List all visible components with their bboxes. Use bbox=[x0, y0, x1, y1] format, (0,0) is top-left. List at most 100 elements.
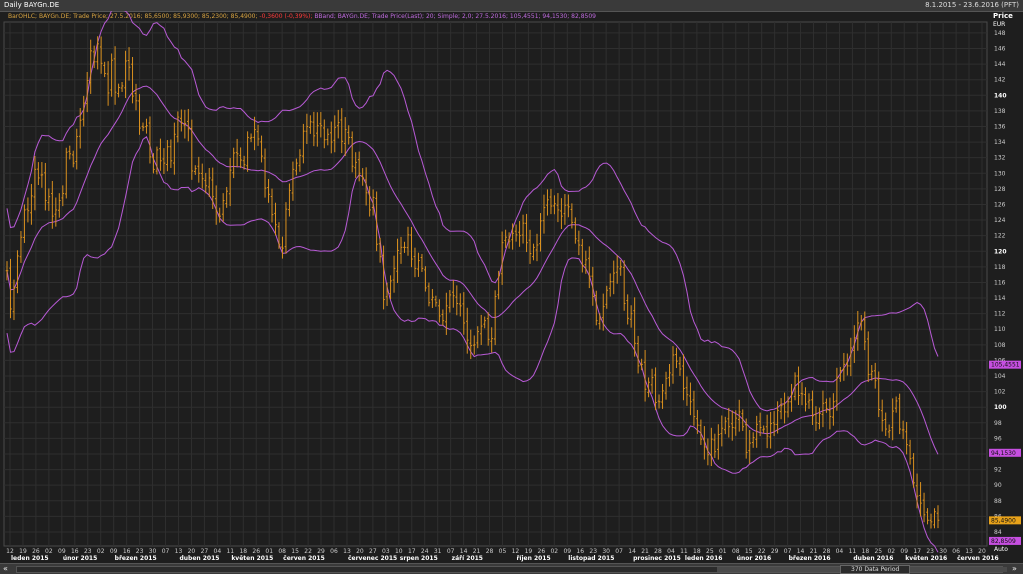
y-tick-label: 142 bbox=[994, 77, 1006, 84]
y-tick-label: 118 bbox=[994, 264, 1006, 271]
x-tick-label: 11 bbox=[849, 548, 857, 555]
x-tick-label: 13 bbox=[175, 548, 183, 555]
y-tick-label: 136 bbox=[994, 123, 1006, 130]
x-tick-label: 29 bbox=[317, 548, 325, 555]
x-tick-label: 18 bbox=[239, 548, 247, 555]
lower-band-tag: 82,8509 bbox=[991, 538, 1016, 545]
x-tick-label: 18 bbox=[862, 548, 870, 555]
y-tick-label: 88 bbox=[994, 498, 1002, 505]
x-tick-label: 14 bbox=[460, 548, 468, 555]
x-tick-label: 08 bbox=[732, 548, 740, 555]
x-month-label: červen 2016 bbox=[957, 555, 999, 562]
x-tick-label: 09 bbox=[563, 548, 571, 555]
x-tick-label: 14 bbox=[628, 548, 636, 555]
x-tick-label: 27 bbox=[369, 548, 377, 555]
x-tick-label: 31 bbox=[434, 548, 442, 555]
x-tick-label: 09 bbox=[58, 548, 66, 555]
last-price-tag: 85,4900 bbox=[991, 517, 1016, 524]
auto-scale-label: Auto bbox=[994, 546, 1008, 553]
x-tick-label: 15 bbox=[291, 548, 299, 555]
y-tick-label: 140 bbox=[994, 92, 1007, 99]
x-month-label: únor 2015 bbox=[63, 555, 97, 562]
y-tick-label: 104 bbox=[994, 373, 1006, 380]
x-month-label: červen 2015 bbox=[283, 555, 325, 562]
x-tick-label: 29 bbox=[771, 548, 779, 555]
x-tick-label: 03 bbox=[382, 548, 390, 555]
y-tick-label: 130 bbox=[994, 170, 1006, 177]
x-tick-label: 04 bbox=[667, 548, 675, 555]
y-tick-label: 108 bbox=[994, 342, 1006, 349]
x-tick-label: 07 bbox=[162, 548, 170, 555]
x-month-label: červenec 2015 bbox=[348, 555, 397, 562]
x-tick-label: 21 bbox=[810, 548, 818, 555]
x-tick-label: 20 bbox=[188, 548, 196, 555]
x-tick-label: 12 bbox=[512, 548, 520, 555]
x-tick-label: 30 bbox=[939, 548, 947, 555]
x-tick-label: 17 bbox=[913, 548, 921, 555]
y-tick-label: 120 bbox=[994, 248, 1007, 255]
y-tick-label: 128 bbox=[994, 186, 1006, 193]
date-range: 8.1.2015 - 23.6.2016 (PFT) bbox=[925, 1, 1019, 9]
x-tick-label: 20 bbox=[356, 548, 364, 555]
date-axis[interactable]: 12 19 26 02 09 16 23 02 09 16 23 30 07 13 20 27 04 11 18 26… bbox=[6, 548, 999, 562]
x-tick-label: 26 bbox=[32, 548, 40, 555]
x-tick-label: 05 bbox=[499, 548, 507, 555]
axis-title: Price bbox=[993, 12, 1013, 20]
x-tick-label: 18 bbox=[693, 548, 701, 555]
bottom-toolbar: « 370 Data Period » bbox=[0, 563, 1023, 574]
x-tick-label: 23 bbox=[136, 548, 144, 555]
x-tick-label: 15 bbox=[745, 548, 753, 555]
x-tick-label: 02 bbox=[550, 548, 558, 555]
y-tick-label: 124 bbox=[994, 217, 1006, 224]
x-tick-label: 25 bbox=[874, 548, 882, 555]
x-month-label: duben 2015 bbox=[179, 555, 219, 562]
x-tick-label: 30 bbox=[602, 548, 610, 555]
x-month-label: květen 2016 bbox=[905, 555, 947, 562]
x-tick-label: 06 bbox=[330, 548, 338, 555]
x-tick-label: 22 bbox=[758, 548, 766, 555]
x-month-label: listopad 2015 bbox=[568, 555, 614, 562]
x-tick-label: 19 bbox=[525, 548, 533, 555]
chart-title: Daily BAYGn.DE bbox=[4, 1, 60, 9]
x-tick-label: 20 bbox=[978, 548, 986, 555]
x-tick-label: 10 bbox=[395, 548, 403, 555]
x-tick-label: 16 bbox=[123, 548, 131, 555]
x-tick-label: 06 bbox=[952, 548, 960, 555]
x-tick-label: 14 bbox=[797, 548, 805, 555]
x-month-label: prosinec 2015 bbox=[633, 555, 681, 562]
x-tick-label: 04 bbox=[836, 548, 844, 555]
price-axis[interactable]: PriceEUR84868890929496981001021041061081… bbox=[993, 12, 1013, 536]
x-tick-label: 04 bbox=[214, 548, 222, 555]
x-tick-label: 16 bbox=[576, 548, 584, 555]
x-tick-label: 07 bbox=[784, 548, 792, 555]
y-tick-label: 132 bbox=[994, 155, 1006, 162]
y-tick-label: 116 bbox=[994, 279, 1006, 286]
x-month-label: květen 2015 bbox=[231, 555, 273, 562]
x-tick-label: 11 bbox=[226, 548, 234, 555]
x-tick-label: 26 bbox=[538, 548, 546, 555]
x-tick-label: 09 bbox=[110, 548, 118, 555]
x-tick-label: 23 bbox=[84, 548, 92, 555]
y-tick-label: 100 bbox=[994, 404, 1007, 411]
x-month-label: září 2015 bbox=[452, 555, 483, 562]
x-tick-label: 13 bbox=[343, 548, 351, 555]
x-month-label: srpen 2015 bbox=[400, 555, 438, 562]
y-tick-label: 148 bbox=[994, 30, 1006, 37]
y-tick-label: 98 bbox=[994, 420, 1002, 427]
x-tick-label: 13 bbox=[965, 548, 973, 555]
x-tick-label: 21 bbox=[473, 548, 481, 555]
y-tick-label: 122 bbox=[994, 233, 1006, 240]
y-tick-label: 92 bbox=[994, 467, 1002, 474]
y-tick-label: 110 bbox=[994, 326, 1006, 333]
x-tick-label: 02 bbox=[97, 548, 105, 555]
x-tick-label: 23 bbox=[926, 548, 934, 555]
y-tick-label: 134 bbox=[994, 139, 1006, 146]
middle-band-tag: 94,1530 bbox=[991, 450, 1016, 457]
x-tick-label: 16 bbox=[71, 548, 79, 555]
y-tick-label: 144 bbox=[994, 61, 1006, 68]
x-tick-label: 09 bbox=[900, 548, 908, 555]
price-chart[interactable]: PriceEUR84868890929496981001021041061081… bbox=[0, 11, 1023, 563]
y-tick-label: 146 bbox=[994, 46, 1006, 53]
x-tick-label: 02 bbox=[887, 548, 895, 555]
x-month-label: říjen 2015 bbox=[516, 555, 550, 562]
